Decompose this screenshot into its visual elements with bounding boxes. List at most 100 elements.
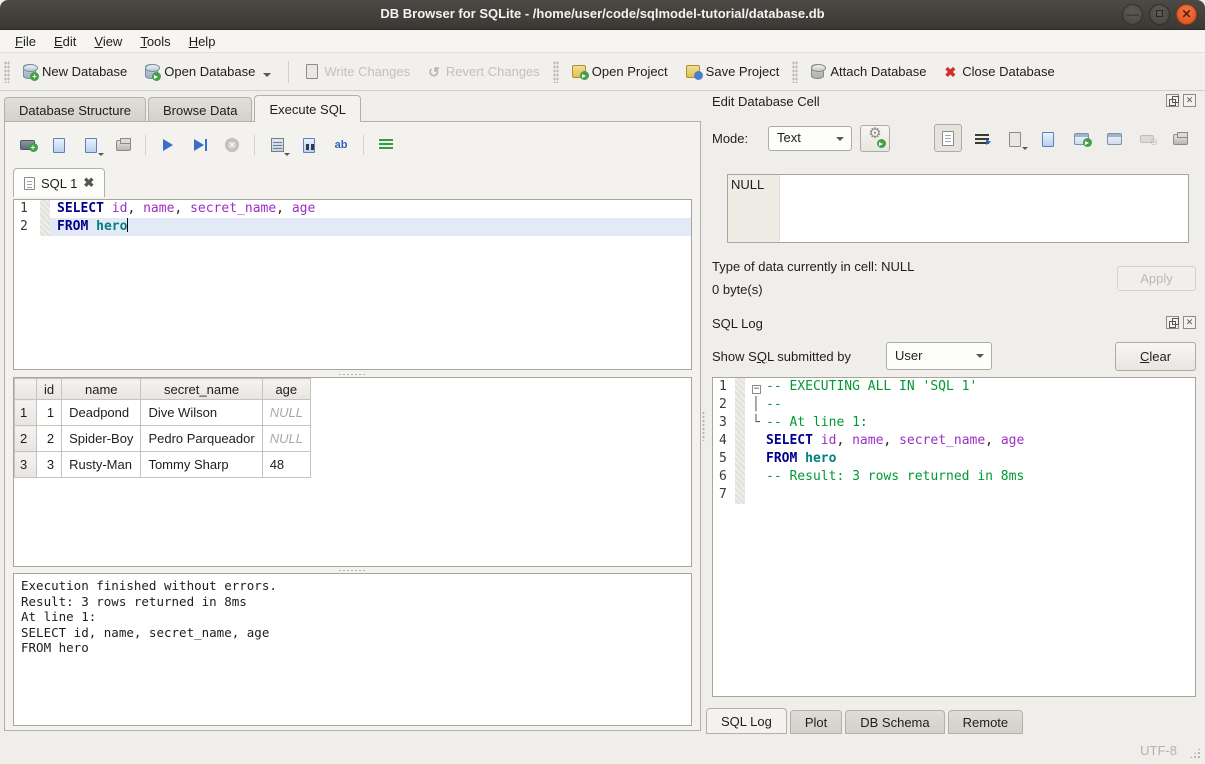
toolbar-drag-handle[interactable] — [553, 61, 559, 83]
message-line: Execution finished without errors. — [21, 578, 684, 594]
code-text: FROM hero — [50, 218, 691, 236]
code-line[interactable]: 2│-- — [713, 396, 1195, 414]
column-header-id[interactable]: id — [37, 379, 62, 400]
table-cell[interactable]: Tommy Sharp — [141, 452, 262, 478]
row-header[interactable]: 3 — [15, 452, 37, 478]
close-dock-icon[interactable]: ✕ — [1183, 94, 1196, 107]
save-sql-file-button[interactable] — [77, 132, 105, 158]
menu-tools[interactable]: Tools — [131, 32, 179, 51]
column-header-secret_name[interactable]: secret_name — [141, 379, 262, 400]
maximize-button[interactable] — [1149, 4, 1170, 25]
code-line[interactable]: 7 — [713, 486, 1195, 504]
menu-bar: FileEditViewToolsHelp — [0, 30, 1205, 53]
minimize-button[interactable]: — — [1122, 4, 1143, 25]
column-header-name[interactable]: name — [62, 379, 141, 400]
code-line[interactable]: 6-- Result: 3 rows returned in 8ms — [713, 468, 1195, 486]
text-mode-toggle[interactable] — [934, 124, 962, 152]
save-project-icon — [686, 65, 700, 78]
table-cell[interactable]: Deadpond — [62, 400, 141, 426]
code-line[interactable]: 4SELECT id, name, secret_name, age — [713, 432, 1195, 450]
bottom-tab-db-schema[interactable]: DB Schema — [845, 710, 944, 734]
find-replace-button[interactable]: ab — [327, 132, 355, 158]
execute-all-button[interactable] — [154, 132, 182, 158]
sql-editor-tab-bar: SQL 1 ✖ — [13, 168, 105, 197]
sql-editor-tab[interactable]: SQL 1 ✖ — [13, 168, 105, 197]
save-results-button[interactable] — [263, 132, 291, 158]
open-project-button[interactable]: Open Project — [563, 59, 677, 84]
float-dock-icon[interactable] — [1166, 316, 1179, 329]
menu-help[interactable]: Help — [180, 32, 225, 51]
close-button[interactable]: ✕ — [1176, 4, 1197, 25]
code-line[interactable]: 5FROM hero — [713, 450, 1195, 468]
table-row: 11DeadpondDive WilsonNULL — [15, 400, 311, 426]
menu-view[interactable]: View — [85, 32, 131, 51]
revert-changes-button: ↺ Revert Changes — [419, 59, 549, 84]
toolbar-drag-handle[interactable] — [792, 61, 798, 83]
fold-marker[interactable]: − — [752, 378, 766, 396]
code-line[interactable]: 3└-- At line 1: — [713, 414, 1195, 432]
open-database-dropdown-icon[interactable] — [263, 73, 271, 77]
tab-browse-data[interactable]: Browse Data — [148, 97, 252, 122]
print-sql-button[interactable] — [109, 132, 137, 158]
cell-value-editor[interactable]: NULL — [727, 174, 1189, 243]
attach-database-button[interactable]: Attach Database — [802, 59, 935, 84]
sql-source-select[interactable]: User — [886, 342, 992, 370]
table-cell[interactable]: Dive Wilson — [141, 400, 262, 426]
find-button[interactable] — [295, 132, 323, 158]
toolbar-drag-handle[interactable] — [4, 61, 10, 83]
execute-current-line-button[interactable] — [186, 132, 214, 158]
open-external-icon — [1074, 133, 1089, 145]
close-tab-icon[interactable]: ✖ — [83, 175, 94, 191]
column-header-age[interactable]: age — [262, 379, 310, 400]
table-cell[interactable]: Pedro Parqueador — [141, 426, 262, 452]
message-line: SELECT id, name, secret_name, age — [21, 625, 684, 641]
open-external-button[interactable] — [1067, 126, 1095, 152]
encoding-indicator[interactable]: UTF-8 — [1140, 743, 1177, 758]
code-line[interactable]: 1SELECT id, name, secret_name, age — [14, 200, 691, 218]
window-titlebar[interactable]: DB Browser for SQLite - /home/user/code/… — [0, 0, 1205, 30]
copy-link-button[interactable] — [1100, 126, 1128, 152]
save-project-button[interactable]: Save Project — [677, 59, 789, 84]
tab-database-structure[interactable]: Database Structure — [4, 97, 146, 122]
menu-file[interactable]: File — [6, 32, 45, 51]
print-cell-button[interactable] — [1166, 126, 1194, 152]
sql-log-view[interactable]: 1−-- EXECUTING ALL IN 'SQL 1'2│--3└-- At… — [712, 377, 1196, 697]
table-cell[interactable]: 3 — [37, 452, 62, 478]
menu-edit[interactable]: Edit — [45, 32, 85, 51]
auto-apply-button[interactable]: ⚙ — [860, 125, 890, 152]
row-header[interactable]: 2 — [15, 426, 37, 452]
table-cell[interactable]: NULL — [262, 400, 310, 426]
tab-execute-sql[interactable]: Execute SQL — [254, 95, 361, 122]
table-cell[interactable]: Rusty-Man — [62, 452, 141, 478]
line-number: 2 — [713, 396, 735, 414]
print-cell-icon — [1173, 134, 1188, 145]
open-database-button[interactable]: Open Database — [136, 59, 280, 84]
new-database-icon — [23, 64, 36, 79]
table-cell[interactable]: 1 — [37, 400, 62, 426]
corner-header[interactable] — [15, 379, 37, 400]
table-cell[interactable]: NULL — [262, 426, 310, 452]
format-sql-button[interactable] — [372, 132, 400, 158]
code-line[interactable]: 1−-- EXECUTING ALL IN 'SQL 1' — [713, 378, 1195, 396]
sql-editor[interactable]: 1SELECT id, name, secret_name, age2FROM … — [13, 199, 692, 370]
bottom-tab-sql-log[interactable]: SQL Log — [706, 708, 787, 734]
word-wrap-button[interactable] — [968, 126, 996, 152]
export-cell-button[interactable] — [1034, 126, 1062, 152]
code-line[interactable]: 2FROM hero — [14, 218, 691, 236]
table-cell[interactable]: Spider-Boy — [62, 426, 141, 452]
close-database-button[interactable]: ✖ Close Database — [936, 59, 1064, 84]
close-dock-icon[interactable]: ✕ — [1183, 316, 1196, 329]
bottom-tab-remote[interactable]: Remote — [948, 710, 1024, 734]
bottom-tab-plot[interactable]: Plot — [790, 710, 842, 734]
open-sql-file-button[interactable] — [45, 132, 73, 158]
table-cell[interactable]: 2 — [37, 426, 62, 452]
main-splitter[interactable] — [701, 121, 706, 731]
clear-log-button[interactable]: Clear — [1115, 342, 1196, 371]
open-new-tab-button[interactable] — [13, 132, 41, 158]
resize-grip[interactable] — [1189, 747, 1201, 759]
mode-select[interactable]: Text — [768, 126, 852, 151]
row-header[interactable]: 1 — [15, 400, 37, 426]
new-database-button[interactable]: New Database — [14, 59, 136, 84]
float-dock-icon[interactable] — [1166, 94, 1179, 107]
table-cell[interactable]: 48 — [262, 452, 310, 478]
